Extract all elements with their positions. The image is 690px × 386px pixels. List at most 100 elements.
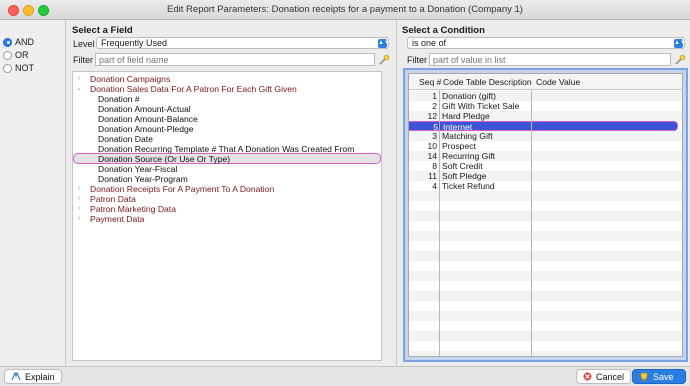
tree-item-label: Donation Year-Program <box>98 174 188 184</box>
row-stripe <box>409 311 682 321</box>
radio-not[interactable]: NOT <box>3 63 34 73</box>
value-filter-input[interactable] <box>429 53 671 66</box>
cancel-icon <box>583 372 592 381</box>
value-search-button[interactable] <box>674 53 686 65</box>
column-divider <box>531 90 532 356</box>
code-value-grid[interactable]: Seq # Code Table Description Code Value … <box>408 73 683 357</box>
row-description: Donation (gift) <box>442 91 496 101</box>
radio-or[interactable]: OR <box>3 50 29 60</box>
row-description: Soft Pledge <box>442 171 487 181</box>
chevron-right-icon[interactable]: › <box>75 214 83 224</box>
row-stripe <box>409 331 682 341</box>
window-title: Edit Report Parameters: Donation receipt… <box>167 4 523 15</box>
row-seq: 4 <box>432 181 437 191</box>
select-field-panel: Select a Field Level Frequently Used ▲▼ … <box>67 20 396 366</box>
table-row[interactable]: 3 Matching Gift <box>409 131 682 141</box>
row-seq: 2 <box>432 101 437 111</box>
select-field-heading: Select a Field <box>72 25 133 36</box>
table-row[interactable]: 4 Ticket Refund <box>409 181 682 191</box>
tree-item-label: Donation Source (Or Use Or Type) <box>98 154 231 164</box>
row-stripe <box>409 191 682 201</box>
title-bar: Edit Report Parameters: Donation receipt… <box>0 0 690 20</box>
chevron-updown-icon: ▲▼ <box>674 39 686 48</box>
radio-or-control[interactable] <box>3 50 12 60</box>
grid-header: Seq # Code Table Description Code Value <box>409 74 682 90</box>
tree-item-label: Donation Campaigns <box>90 74 171 84</box>
cancel-button-label: Cancel <box>596 371 625 382</box>
field-search-button[interactable] <box>378 53 390 65</box>
row-description: Gift With Ticket Sale <box>442 101 520 111</box>
table-row[interactable]: 8 Soft Credit <box>409 161 682 171</box>
save-icon <box>640 372 648 381</box>
level-select[interactable]: Frequently Used ▲▼ <box>96 37 390 49</box>
radio-and[interactable]: AND <box>3 37 34 47</box>
row-stripe <box>409 211 682 221</box>
table-row-selected[interactable]: 5 Internet <box>409 121 678 132</box>
level-label: Level <box>73 39 95 49</box>
chevron-right-icon[interactable]: › <box>75 204 83 214</box>
value-filter-label: Filter <box>407 55 427 65</box>
field-filter-input[interactable] <box>95 53 375 66</box>
select-condition-panel: Select a Condition is one of ▲▼ Filter S… <box>396 20 690 366</box>
column-divider <box>439 90 440 356</box>
tree-item-label: Donation Sales Data For A Patron For Eac… <box>90 84 297 94</box>
tree-item-label: Donation Amount-Actual <box>98 104 191 114</box>
table-row[interactable]: 12 Hard Pledge <box>409 111 682 121</box>
column-header-code-value[interactable]: Code Value <box>536 77 580 87</box>
radio-or-label: OR <box>15 50 29 60</box>
column-header-description[interactable]: Code Table Description <box>443 77 532 87</box>
explain-icon <box>11 372 21 381</box>
radio-and-label: AND <box>15 37 35 47</box>
tree-item-label: Patron Data <box>90 194 136 204</box>
row-seq: 14 <box>427 151 437 161</box>
chevron-right-icon[interactable]: › <box>75 74 83 84</box>
search-wand-icon <box>379 54 389 64</box>
row-seq: 3 <box>432 131 437 141</box>
row-seq: 12 <box>427 111 437 121</box>
field-tree[interactable]: › Donation Campaigns ⌄ Donation Sales Da… <box>72 71 382 361</box>
chevron-right-icon[interactable]: › <box>75 184 83 194</box>
row-seq: 1 <box>432 91 437 101</box>
radio-not-label: NOT <box>15 63 34 73</box>
tree-leaf-donation-source[interactable]: Donation Source (Or Use Or Type) <box>73 153 381 164</box>
row-description: Matching Gift <box>442 131 493 141</box>
chevron-updown-icon: ▲▼ <box>378 39 390 48</box>
row-seq: 8 <box>432 161 437 171</box>
tree-item-label: Donation Year-Fiscal <box>98 164 178 174</box>
table-row[interactable]: 14 Recurring Gift <box>409 151 682 161</box>
table-row[interactable]: 11 Soft Pledge <box>409 171 682 181</box>
table-row[interactable]: 10 Prospect <box>409 141 682 151</box>
logic-operator-group: AND OR NOT <box>0 20 66 366</box>
row-stripe <box>409 351 682 356</box>
table-row[interactable]: 1 Donation (gift) <box>409 91 682 101</box>
tree-item-label: Donation Date <box>98 134 153 144</box>
tree-item-label: Payment Data <box>90 214 145 224</box>
row-stripe <box>409 251 682 261</box>
explain-button[interactable]: Explain <box>4 369 62 384</box>
condition-select-value: is one of <box>412 38 447 48</box>
tree-item-label: Patron Marketing Data <box>90 204 176 214</box>
row-description: Prospect <box>442 141 476 151</box>
tree-item-label: Donation Receipts For A Payment To A Don… <box>90 184 275 194</box>
level-select-value: Frequently Used <box>101 38 168 48</box>
row-stripe <box>409 271 682 281</box>
tree-item-label: Donation Amount-Pledge <box>98 124 194 134</box>
code-value-grid-frame: Seq # Code Table Description Code Value … <box>403 68 688 362</box>
search-wand-icon <box>675 54 685 64</box>
row-stripe <box>409 291 682 301</box>
chevron-down-icon[interactable]: ⌄ <box>75 84 83 94</box>
row-stripe <box>409 231 682 241</box>
column-header-seq[interactable]: Seq # <box>419 77 441 87</box>
row-description: Recurring Gift <box>442 151 496 161</box>
footer-bar: Explain Cancel Save <box>0 366 690 386</box>
cancel-button[interactable]: Cancel <box>576 369 632 384</box>
row-seq: 10 <box>427 141 437 151</box>
chevron-right-icon[interactable]: › <box>75 194 83 204</box>
table-row[interactable]: 2 Gift With Ticket Sale <box>409 101 682 111</box>
field-filter-label: Filter <box>73 55 93 65</box>
radio-not-control[interactable] <box>3 63 12 73</box>
save-button[interactable]: Save <box>632 369 686 384</box>
condition-select[interactable]: is one of ▲▼ <box>407 37 686 49</box>
radio-and-control[interactable] <box>3 37 12 47</box>
select-condition-heading: Select a Condition <box>402 25 485 36</box>
